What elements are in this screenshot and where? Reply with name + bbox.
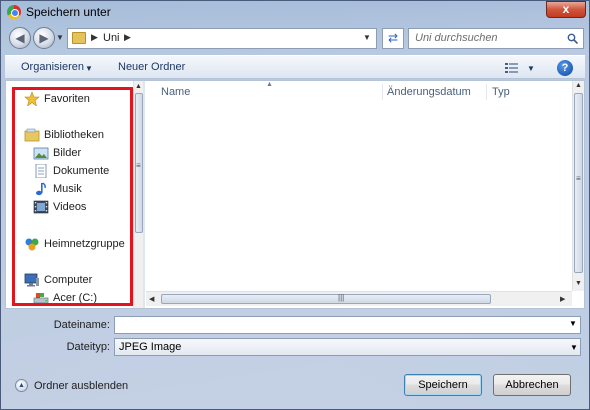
refresh-button[interactable]: ⇄ (382, 28, 404, 49)
music-icon (36, 182, 46, 196)
file-list-horizontal-scrollbar[interactable]: ◀ ||| ▶ (146, 291, 572, 306)
documents-icon (35, 164, 47, 178)
browser-area: Favoriten Bibliotheken Bilder Dokumente … (5, 80, 585, 309)
pictures-icon (33, 147, 49, 160)
nav-item-favoriten[interactable]: Favoriten (24, 92, 90, 106)
pane-splitter[interactable] (143, 81, 145, 308)
help-icon[interactable]: ? (557, 60, 573, 76)
scroll-right-arrow-icon[interactable]: ▶ (560, 295, 565, 303)
address-dropdown-icon[interactable]: ▼ (363, 33, 371, 42)
nav-item-heimnetzgruppe[interactable]: Heimnetzgruppe (24, 237, 125, 251)
breadcrumb-separator-icon[interactable]: ▶ (91, 32, 98, 43)
nav-item-label: Musik (53, 183, 82, 195)
column-header-type[interactable]: Typ (492, 86, 510, 98)
navigation-pane: Favoriten Bibliotheken Bilder Dokumente … (6, 81, 144, 308)
nav-item-label: Bilder (53, 147, 82, 159)
back-button[interactable]: ◀ (9, 27, 31, 49)
chevron-down-icon[interactable]: ▼ (85, 64, 93, 73)
nav-item-label: Heimnetzgruppe (44, 238, 125, 250)
search-placeholder: Uni durchsuchen (415, 32, 498, 44)
filetype-label: Dateityp: (66, 341, 110, 353)
scroll-up-arrow-icon[interactable]: ▲ (135, 83, 142, 90)
nav-item-musik[interactable]: Musik (33, 182, 82, 196)
chevron-down-icon[interactable]: ▼ (570, 343, 578, 352)
back-arrow-icon: ◀ (15, 31, 25, 45)
save-as-dialog: Speichern unter x ◀ ▶ ▼ ▶ Uni ▶ ▼ ⇄ Uni … (0, 0, 590, 410)
address-row: ◀ ▶ ▼ ▶ Uni ▶ ▼ ⇄ Uni durchsuchen (1, 25, 589, 51)
breadcrumb-separator-icon[interactable]: ▶ (124, 32, 131, 43)
nav-item-label: Favoriten (44, 93, 90, 105)
scrollbar-thumb[interactable]: ||| (161, 293, 491, 304)
nav-item-bilder[interactable]: Bilder (33, 146, 81, 160)
nav-item-label: Bibliotheken (44, 129, 104, 141)
forward-button[interactable]: ▶ (33, 27, 55, 49)
window-title: Speichern unter (26, 5, 111, 19)
search-icon[interactable] (567, 33, 578, 44)
libraries-icon (24, 128, 40, 142)
save-button[interactable]: Speichern (404, 374, 482, 396)
nav-item-bibliotheken[interactable]: Bibliotheken (24, 128, 104, 142)
nav-item-label: Computer (44, 274, 93, 286)
nav-pane-scrollbar[interactable]: ▲ ≡ (133, 81, 143, 308)
scroll-grip-icon: ≡ (576, 174, 581, 183)
refresh-icon: ⇄ (387, 31, 399, 45)
scroll-left-arrow-icon[interactable]: ◀ (149, 295, 154, 303)
sort-ascending-icon: ▲ (266, 81, 273, 88)
file-list-vertical-scrollbar[interactable]: ▲ ≡ ▼ (572, 81, 584, 291)
chrome-icon (7, 5, 21, 19)
view-options-icon[interactable] (505, 62, 519, 74)
scroll-grip-icon: ≡ (136, 161, 141, 170)
filetype-select[interactable]: JPEG Image ▼ (114, 338, 581, 356)
filetype-value: JPEG Image (119, 341, 182, 353)
scroll-up-arrow-icon[interactable]: ▲ (575, 82, 582, 89)
drive-icon (33, 293, 49, 304)
close-button[interactable]: x (546, 1, 586, 18)
hide-folders-toggle[interactable]: ▲ Ordner ausblenden (15, 379, 128, 392)
computer-icon (24, 273, 39, 287)
search-input[interactable]: Uni durchsuchen (408, 28, 584, 49)
filename-label: Dateiname: (53, 319, 110, 331)
nav-item-label: Acer (C:) (53, 292, 97, 304)
nav-item-label: Videos (53, 201, 87, 213)
videos-icon (33, 200, 49, 214)
scroll-down-arrow-icon[interactable]: ▼ (575, 280, 582, 287)
scroll-grip-icon: ||| (338, 293, 345, 302)
command-toolbar: Organisieren ▼ Neuer Ordner ▼ ? (5, 55, 585, 79)
collapse-up-icon: ▲ (15, 379, 28, 392)
view-dropdown-icon[interactable]: ▼ (527, 64, 535, 73)
filename-dropdown-icon[interactable]: ▼ (569, 319, 577, 328)
recent-pages-dropdown-icon[interactable]: ▼ (56, 33, 64, 42)
organize-button[interactable]: Organisieren (21, 61, 84, 73)
nav-item-label: Dokumente (53, 165, 110, 177)
title-bar: Speichern unter x (1, 1, 589, 23)
address-bar[interactable]: ▶ Uni ▶ (67, 28, 377, 49)
nav-item-computer[interactable]: Computer (24, 273, 92, 287)
column-header-name[interactable]: Name (161, 86, 190, 98)
column-divider[interactable] (382, 84, 383, 100)
nav-item-videos[interactable]: Videos (33, 200, 86, 214)
breadcrumb-uni[interactable]: Uni (103, 32, 120, 44)
cancel-button[interactable]: Abbrechen (493, 374, 571, 396)
nav-item-dokumente[interactable]: Dokumente (33, 164, 109, 178)
scrollbar-thumb[interactable] (574, 93, 583, 273)
star-icon (24, 92, 40, 106)
filename-field[interactable] (114, 316, 581, 334)
new-folder-button[interactable]: Neuer Ordner (118, 61, 185, 73)
file-list: ▲ Name Änderungsdatum Typ (146, 81, 584, 308)
column-divider[interactable] (486, 84, 487, 100)
nav-item-acer-c[interactable]: Acer (C:) (33, 291, 97, 305)
forward-arrow-icon: ▶ (39, 31, 49, 45)
column-header-date[interactable]: Änderungsdatum (387, 86, 471, 98)
hide-folders-label: Ordner ausblenden (34, 379, 129, 392)
folder-icon (72, 32, 86, 44)
homegroup-icon (25, 238, 39, 251)
